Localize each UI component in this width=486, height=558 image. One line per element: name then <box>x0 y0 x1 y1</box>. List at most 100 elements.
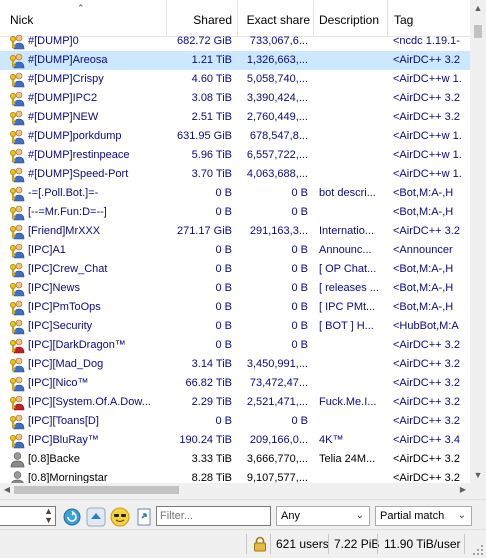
user-tag: <AirDC++ 3.2 <box>393 472 460 483</box>
refresh-button[interactable] <box>61 506 83 528</box>
op-key-user-icon <box>10 243 25 259</box>
user-shared: 0 B <box>215 206 232 218</box>
user-shared: 682.72 GiB <box>176 35 232 47</box>
op-key-user-icon <box>10 53 25 69</box>
user-shared: 631.95 GiB <box>176 130 232 142</box>
vertical-scrollbar[interactable]: ▲ ▼ <box>470 0 486 483</box>
user-exact-share: 3,390,424,... <box>246 92 308 104</box>
column-divider[interactable] <box>237 0 238 36</box>
op-key-user-icon <box>10 414 25 430</box>
user-exact-share: 2,521,471,... <box>246 396 308 408</box>
user-exact-share: 0 B <box>291 263 308 275</box>
filter-match-select[interactable]: Partial match ⌄ <box>375 506 472 526</box>
user-exact-share: 2,760,449,... <box>246 111 308 123</box>
user-description <box>319 146 381 165</box>
user-shared: 66.82 TiB <box>185 377 232 389</box>
column-divider[interactable] <box>313 0 314 36</box>
filter-input[interactable] <box>156 506 271 526</box>
op-key-user-icon <box>10 129 25 145</box>
user-row[interactable]: #[DUMP]IPC2 3.08 TiB 3,390,424,... <AirDC++… <box>0 89 470 108</box>
user-row[interactable]: #[DUMP]restinpeace 5.96 TiB 6,557,722,... <… <box>0 146 470 165</box>
user-nick: [IPC]Crew_Chat <box>28 263 108 275</box>
user-row[interactable]: [IPC]Security 0 B 0 B [ BOT ] H... <HubBot,M… <box>0 317 470 336</box>
user-exact-share: 1,326,663,... <box>246 54 308 66</box>
user-shared: 0 B <box>215 320 232 332</box>
user-row[interactable]: [IPC]BluRay™ 190.24 TiB 209,166,0... 4K™ <Ai… <box>0 431 470 450</box>
user-description: 4K™ <box>319 434 344 446</box>
user-row[interactable]: #[DUMP]Speed-Port 3.70 TiB 4,063,688,... <A… <box>0 165 470 184</box>
user-shared: 5.96 TiB <box>191 149 232 161</box>
emoticons-button[interactable] <box>109 506 131 528</box>
op-key-user-icon <box>10 186 25 202</box>
user-tag: <AirDC++ 3.2 <box>393 358 460 370</box>
send-file-button[interactable] <box>133 506 155 528</box>
user-row[interactable]: [IPC]PmToOps 0 B 0 B [ IPC PMt... <Bot,M:A-,… <box>0 298 470 317</box>
user-row[interactable]: [IPC][Toans[D] 0 B 0 B <AirDC++ 3.2 <box>0 412 470 431</box>
op-key-user-icon <box>10 357 25 373</box>
horizontal-scrollbar-thumb[interactable] <box>14 486 179 494</box>
user-list[interactable]: Nick ⌃ Shared Exact share Description Ta… <box>0 0 470 483</box>
user-nick: [IPC]Security <box>28 320 93 332</box>
op-key-user-icon <box>10 262 25 278</box>
user-row[interactable]: [IPC][System.Of.A.Dow... 2.29 TiB 2,521,47… <box>0 393 470 412</box>
user-row[interactable]: [--=Mr.Fun:D=--] 0 B 0 B <Bot,M:A-,H <box>0 203 470 222</box>
user-exact-share: 73,472,47... <box>249 377 308 389</box>
message-input-combo[interactable]: ▲ ▼ <box>0 506 56 526</box>
column-header-nick[interactable]: Nick <box>10 0 160 36</box>
user-count: 621 users <box>276 537 329 551</box>
column-header-exact-share[interactable]: Exact share <box>240 0 310 36</box>
scroll-right-icon[interactable]: ▶ <box>456 483 470 497</box>
vertical-scrollbar-thumb[interactable] <box>474 25 482 38</box>
filter-column-select[interactable]: Any ⌄ <box>276 506 370 526</box>
user-nick: [IPC]A1 <box>28 244 66 256</box>
user-row[interactable]: [0.8]Backe 3.33 TiB 3,666,770,... Telia 24M… <box>0 450 470 469</box>
user-row[interactable]: [IPC][Mad_Dog 3.14 TiB 3,450,991,... <AirDC… <box>0 355 470 374</box>
user-exact-share: 4,063,688,... <box>246 168 308 180</box>
user-row[interactable]: [IPC]News 0 B 0 B [ releases ... <Bot,M:A-,H <box>0 279 470 298</box>
user-row[interactable]: [IPC][Nico™ 66.82 TiB 73,472,47... <AirDC++… <box>0 374 470 393</box>
user-tag: <Bot,M:A-,H <box>393 206 454 218</box>
user-tag: <AirDC++ 3.4 <box>393 434 460 446</box>
scroll-down-icon[interactable]: ▼ <box>470 467 486 483</box>
column-header-shared[interactable]: Shared <box>170 0 232 36</box>
user-shared: 2.29 TiB <box>191 396 232 408</box>
user-description <box>319 89 381 108</box>
user-nick: [IPC][Toans[D] <box>28 415 99 427</box>
user-row[interactable]: [IPC][DarkDragon™ 0 B 0 B <AirDC++ 3.2 <box>0 336 470 355</box>
column-header-description[interactable]: Description <box>319 0 385 36</box>
status-divider <box>377 534 378 554</box>
user-row[interactable]: #[DUMP]Areosa 1.21 TiB 1,326,663,... <AirDC… <box>0 51 470 70</box>
user-row[interactable]: #[DUMP]Crispy 4.60 TiB 5,058,740,... <AirDC… <box>0 70 470 89</box>
column-divider[interactable] <box>387 0 388 36</box>
user-exact-share: 9,107,577,... <box>246 472 308 483</box>
user-tag: <Bot,M:A-,H <box>393 301 454 313</box>
user-exact-share: 6,557,722,... <box>246 149 308 161</box>
user-exact-share: 0 B <box>291 206 308 218</box>
eject-button[interactable] <box>85 506 107 528</box>
user-tag: <AirDC++ 3.2 <box>393 415 460 427</box>
user-exact-share: 3,450,991,... <box>246 358 308 370</box>
user-row[interactable]: #[DUMP]NEW 2.51 TiB 2,760,449,... <AirDC++ … <box>0 108 470 127</box>
column-divider[interactable] <box>166 0 167 36</box>
op-key-user-icon <box>10 110 25 126</box>
resize-grip-icon[interactable] <box>472 544 484 556</box>
op-key-red-user-icon <box>10 338 25 354</box>
user-shared: 3.70 TiB <box>191 168 232 180</box>
status-bar: 621 users 7.22 PiB 11.90 TiB/user <box>0 529 486 558</box>
user-row[interactable]: [IPC]A1 0 B 0 B Announc... <Announcer <box>0 241 470 260</box>
user-row[interactable]: #[DUMP]porkdump 631.95 GiB 678,547,8... <Ai… <box>0 127 470 146</box>
user-description <box>319 374 381 393</box>
user-nick: [IPC][DarkDragon™ <box>28 339 126 351</box>
user-row[interactable]: [0.8]Morningstar 8.28 TiB 9,107,577,... <Ai… <box>0 469 470 483</box>
user-row[interactable]: [IPC]Crew_Chat 0 B 0 B [ OP Chat... <Bot,M:A… <box>0 260 470 279</box>
horizontal-scrollbar[interactable]: ◀ ▶ <box>0 483 470 497</box>
user-row[interactable]: [Friend]MrXXX 271.17 GiB 291,163,3... Inter… <box>0 222 470 241</box>
op-key-user-icon <box>10 205 25 221</box>
scroll-left-icon[interactable]: ◀ <box>0 483 14 497</box>
scroll-up-icon[interactable]: ▲ <box>470 0 486 16</box>
column-header-tag[interactable]: Tag <box>394 0 464 36</box>
user-tag: <AirDC++w 1. <box>393 73 462 85</box>
user-row[interactable]: #[DUMP]0 682.72 GiB 733,067,6... <ncdc 1.19… <box>0 32 470 51</box>
spin-down-icon[interactable]: ▼ <box>44 516 53 525</box>
user-row[interactable]: -=[.Poll.Bot.]=- 0 B 0 B bot descri... <Bot,… <box>0 184 470 203</box>
